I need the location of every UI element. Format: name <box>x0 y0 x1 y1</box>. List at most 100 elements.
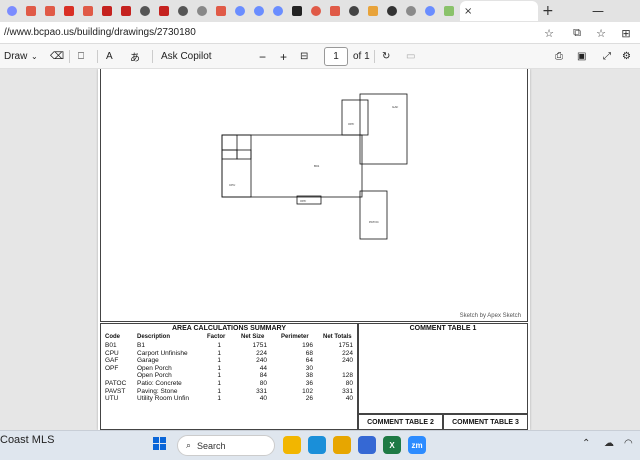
page-number-input[interactable]: 1 <box>324 47 348 66</box>
rotate-icon[interactable]: ↻ <box>382 48 390 65</box>
translate-icon[interactable]: あ <box>130 48 140 65</box>
tab-icon-24 <box>443 6 454 16</box>
chevron-up-icon[interactable]: ⌃ <box>582 438 590 449</box>
page-view-icon[interactable]: ⎕ <box>78 48 84 65</box>
browser-tab[interactable] <box>78 2 97 20</box>
settings-gear-icon[interactable]: ⚙ <box>622 48 631 65</box>
browser-tab[interactable] <box>325 2 344 20</box>
browser-tab[interactable] <box>401 2 420 20</box>
read-aloud-icon[interactable]: A <box>106 48 113 65</box>
cloud-icon[interactable]: ☁ <box>604 438 614 449</box>
toolbar-divider <box>97 50 98 63</box>
browser-tab[interactable] <box>154 2 173 20</box>
tab-icon-21 <box>386 6 397 16</box>
ask-copilot-button[interactable]: Ask Copilot <box>161 48 212 65</box>
browser-tab[interactable] <box>344 2 363 20</box>
wifi-icon[interactable]: ◠ <box>624 438 633 449</box>
cell-code: PAVST <box>105 387 126 395</box>
pdf-viewer[interactable]: B01 CPU GAF OPF PATOC OPF Sketch by Apex… <box>0 69 640 430</box>
cell-description: Open Porch <box>137 364 172 372</box>
tab-icon-13 <box>234 6 245 16</box>
tab-icon-8 <box>139 6 150 16</box>
browser-tab[interactable] <box>420 2 439 20</box>
tab-icon-10 <box>177 6 188 16</box>
tab-icon-2 <box>25 6 36 16</box>
eraser-icon[interactable]: ⌫ <box>50 48 64 65</box>
browser-tab[interactable] <box>59 2 78 20</box>
zoom-out-button[interactable]: − <box>259 48 266 65</box>
taskbar-app-explorer[interactable] <box>283 436 301 454</box>
close-tab-icon[interactable]: × <box>464 6 472 17</box>
cell-net-totals: 331 <box>342 387 353 395</box>
extensions-icon[interactable]: ⧉ <box>569 25 585 41</box>
header-code: Code <box>105 334 120 340</box>
windows-taskbar: Coast MLS ⌕ Search Xzm ⌃ ☁ ◠ <box>0 430 640 460</box>
browser-tab[interactable] <box>268 2 287 20</box>
main-building-outline <box>221 134 363 198</box>
print-icon[interactable]: ⎙ <box>555 48 563 65</box>
start-button[interactable] <box>153 437 167 451</box>
browser-tab[interactable] <box>97 2 116 20</box>
active-tab[interactable]: × <box>460 1 538 21</box>
zoom-in-button[interactable]: + <box>280 48 287 65</box>
cell-description: Garage <box>137 357 159 365</box>
fit-page-icon[interactable]: ⊟ <box>300 48 308 65</box>
tab-icon-22 <box>405 6 416 16</box>
save-icon[interactable]: ▣ <box>577 48 586 65</box>
fullscreen-icon[interactable]: ⤢ <box>603 48 611 65</box>
address-bar[interactable]: //www.bcpao.us/building/drawings/2730180… <box>0 22 640 44</box>
cell-code: UTU <box>105 395 119 403</box>
widget-label[interactable]: Coast MLS <box>0 434 54 446</box>
tab-icon-16 <box>291 6 302 16</box>
taskbar-app-excel[interactable]: X <box>383 436 401 454</box>
browser-tab[interactable] <box>382 2 401 20</box>
taskbar-search[interactable]: ⌕ Search <box>177 435 275 456</box>
taskbar-app-zoom[interactable]: zm <box>408 436 426 454</box>
two-page-icon[interactable]: ▭ <box>406 48 415 65</box>
taskbar-app-store[interactable] <box>358 436 376 454</box>
browser-tab[interactable] <box>2 2 21 20</box>
chevron-down-icon[interactable]: ⌄ <box>31 48 38 65</box>
area-table-title: AREA CALCULATIONS SUMMARY <box>171 325 287 332</box>
tab-icon-20 <box>367 6 378 16</box>
favorites-icon[interactable]: ☆ <box>593 25 609 41</box>
cell-code: GAF <box>105 357 119 365</box>
browser-tab[interactable] <box>40 2 59 20</box>
browser-tab[interactable] <box>192 2 211 20</box>
tab-icon-6 <box>101 6 112 16</box>
comment-table-1-title: COMMENT TABLE 1 <box>409 325 477 332</box>
comment-table-3-title: COMMENT TABLE 3 <box>452 419 519 426</box>
taskbar-app-files[interactable] <box>333 436 351 454</box>
tab-icon-1 <box>6 6 17 16</box>
minimize-button[interactable]: — <box>584 0 612 22</box>
comment-table-3: COMMENT TABLE 3 <box>443 414 528 430</box>
browser-tab[interactable] <box>439 2 458 20</box>
browser-tab[interactable] <box>249 2 268 20</box>
taskbar-app-edge[interactable] <box>308 436 326 454</box>
tab-icon-9 <box>158 6 169 16</box>
browser-tab[interactable] <box>363 2 382 20</box>
browser-tab[interactable] <box>135 2 154 20</box>
cell-description: B1 <box>137 342 145 349</box>
browser-tab[interactable] <box>21 2 40 20</box>
browser-tab[interactable] <box>306 2 325 20</box>
sketch-frame: B01 CPU GAF OPF PATOC OPF Sketch by Apex… <box>100 69 528 322</box>
browser-tab[interactable] <box>173 2 192 20</box>
new-tab-overflow[interactable] <box>612 0 640 22</box>
cell-net-size: 84 <box>259 372 267 380</box>
cell-description: Carport Unfinishe <box>137 349 188 357</box>
collections-icon[interactable]: ⊞ <box>618 25 634 41</box>
browser-tab[interactable] <box>230 2 249 20</box>
favorite-star-icon[interactable]: ☆ <box>541 25 557 41</box>
url-text[interactable]: //www.bcpao.us/building/drawings/2730180 <box>0 27 196 38</box>
new-tab-button[interactable]: + <box>542 3 554 19</box>
draw-button[interactable]: Draw <box>4 48 27 65</box>
floor-plan-sketch: B01 CPU GAF OPF PATOC OPF <box>221 93 408 240</box>
browser-tab[interactable] <box>116 2 135 20</box>
utility-room-outline <box>221 149 238 160</box>
browser-tab[interactable] <box>211 2 230 20</box>
browser-tab[interactable] <box>287 2 306 20</box>
cell-factor: 1 <box>217 387 221 395</box>
toolbar-divider <box>152 50 153 63</box>
cell-code: B01 <box>105 342 117 349</box>
